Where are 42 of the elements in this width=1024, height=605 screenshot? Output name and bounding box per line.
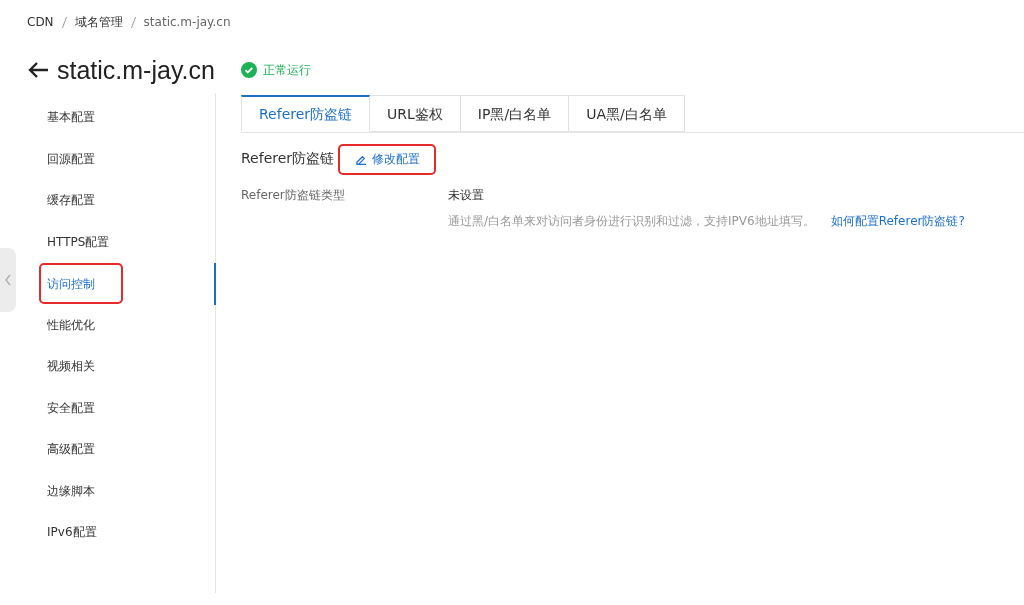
help-link[interactable]: 如何配置Referer防盗链?	[830, 213, 965, 230]
back-arrow-icon[interactable]	[27, 61, 49, 79]
sidebar-item[interactable]: 访问控制	[18, 263, 216, 305]
sidebar-item-label: HTTPS配置	[47, 233, 110, 251]
tab[interactable]: UA黑/白名单	[569, 95, 685, 132]
chevron-left-icon	[5, 274, 11, 286]
check-circle-icon	[240, 62, 257, 78]
sidebar-item[interactable]: 缓存配置	[18, 180, 216, 222]
domain-title: static.m-jay.cn	[57, 55, 215, 85]
sidebar-item[interactable]: 视频相关	[18, 346, 216, 388]
sidebar-item[interactable]: 安全配置	[18, 387, 216, 429]
sidebar-item-label: 回源配置	[47, 150, 95, 168]
sidebar-item[interactable]: 边缘脚本	[18, 470, 216, 512]
collapse-handle[interactable]	[0, 248, 16, 312]
sidebar-item[interactable]: 高级配置	[18, 429, 216, 471]
sidebar-item-label: 安全配置	[47, 399, 95, 417]
pencil-icon	[356, 153, 368, 165]
sidebar-item-label: 基本配置	[47, 109, 95, 127]
sidebar-item-label: IPv6配置	[47, 524, 97, 542]
tab[interactable]: Referer防盗链	[241, 95, 371, 132]
sidebar-item-label: 性能优化	[47, 316, 95, 334]
sidebar-item-label: 缓存配置	[47, 192, 95, 210]
field-label: Referer防盗链类型	[241, 187, 346, 204]
edit-config-link[interactable]: 修改配置	[340, 145, 435, 173]
tab[interactable]: URL鉴权	[370, 95, 461, 132]
breadcrumb-item[interactable]: CDN	[27, 15, 54, 29]
sidebar-item-label: 访问控制	[41, 265, 121, 303]
sidebar-item[interactable]: HTTPS配置	[18, 221, 216, 263]
sidebar-item-label: 视频相关	[47, 358, 95, 376]
breadcrumb-item: static.m-jay.cn	[143, 15, 231, 29]
field-hint: 通过黑/白名单来对访问者身份进行识别和过滤，支持IPV6地址填写。	[448, 213, 815, 230]
section-title: Referer防盗链	[241, 150, 335, 168]
sidebar-item[interactable]: IPv6配置	[18, 512, 216, 554]
tab[interactable]: IP黑/白名单	[460, 95, 570, 132]
field-value: 未设置	[448, 187, 485, 204]
sidebar-item[interactable]: 基本配置	[18, 97, 216, 139]
breadcrumb-item[interactable]: 域名管理	[74, 13, 123, 31]
sidebar-item-label: 边缘脚本	[47, 482, 95, 500]
sidebar-item-label: 高级配置	[47, 441, 95, 459]
sidebar-item[interactable]: 回源配置	[18, 138, 216, 180]
status-text: 正常运行	[262, 61, 311, 79]
sidebar-item[interactable]: 性能优化	[18, 304, 216, 346]
